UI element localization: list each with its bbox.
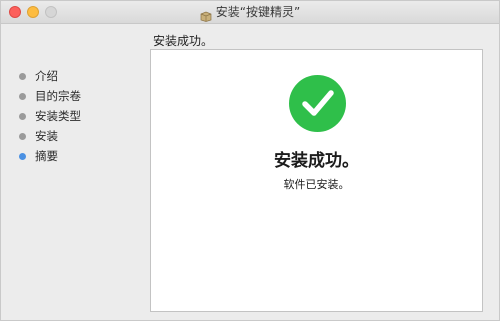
step-bullet-icon <box>19 132 26 140</box>
active-step-bullet-icon <box>19 152 26 160</box>
sidebar-step-introduction: 介绍 <box>19 66 139 86</box>
step-bullet-icon <box>19 72 26 80</box>
success-title: 安装成功。 <box>274 151 359 171</box>
success-message: 软件已安装。 <box>283 178 350 191</box>
sidebar-step-label: 安装类型 <box>35 109 81 123</box>
sidebar-step-label: 目的宗卷 <box>35 89 81 103</box>
sidebar-step-label: 介绍 <box>35 69 58 83</box>
title-bar[interactable]: 安装“按键精灵” <box>1 1 499 24</box>
window-title: 安装“按键精灵” <box>215 5 301 19</box>
installer-steps-sidebar: 介绍 目的宗卷 安装类型 安装 摘要 <box>19 66 139 166</box>
sidebar-step-installation-type: 安装类型 <box>19 106 139 126</box>
sidebar-step-label: 安装 <box>35 129 58 143</box>
installer-window: 安装“按键精灵” 安装成功。 介绍 目的宗卷 安装类型 安装 摘要 安装成功。 … <box>0 0 500 321</box>
page-title: 安装成功。 <box>153 34 214 48</box>
sidebar-step-label: 摘要 <box>35 149 58 163</box>
step-bullet-icon <box>19 92 26 100</box>
sidebar-step-destination: 目的宗卷 <box>19 86 139 106</box>
window-title-group: 安装“按键精灵” <box>1 1 499 23</box>
checkmark-circle-icon <box>289 75 346 132</box>
installer-package-icon <box>200 7 212 22</box>
step-bullet-icon <box>19 112 26 120</box>
sidebar-step-summary: 摘要 <box>19 146 139 166</box>
installer-content-panel: 安装成功。 软件已安装。 <box>150 49 483 312</box>
sidebar-step-install: 安装 <box>19 126 139 146</box>
